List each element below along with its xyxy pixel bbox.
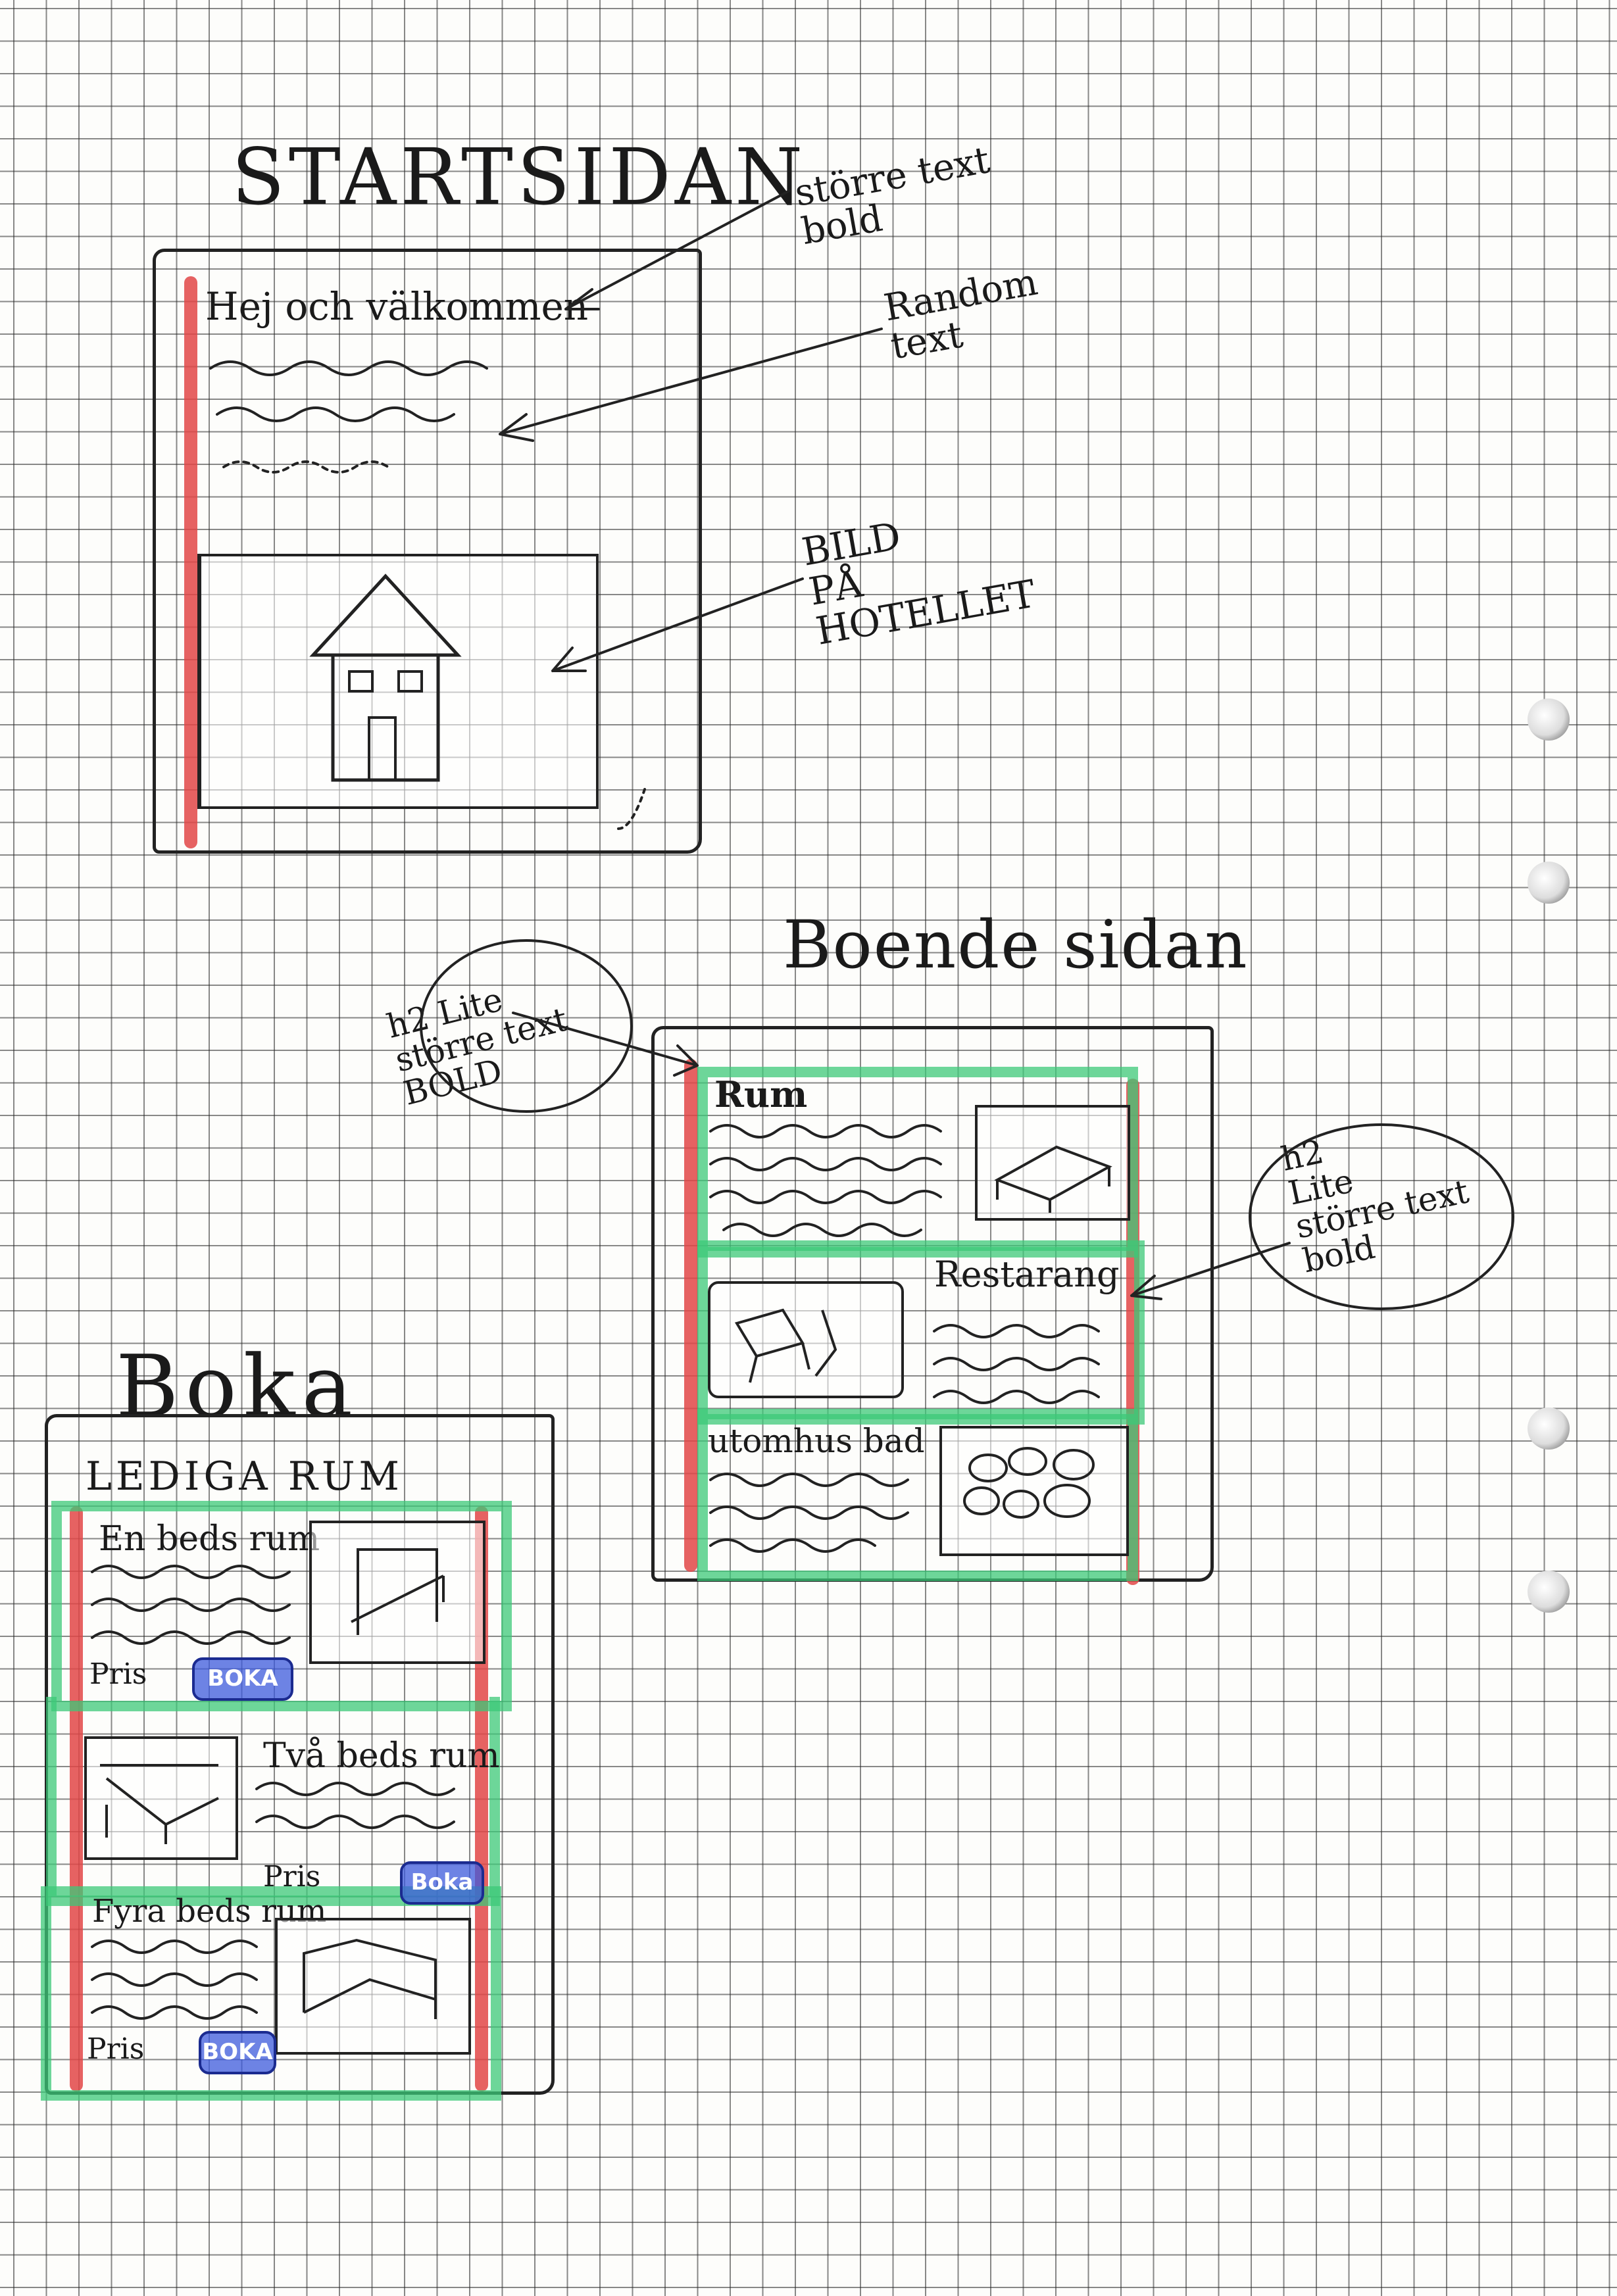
annotation-arrows <box>499 189 1291 1300</box>
annotation-circles <box>420 939 1514 1310</box>
placeholder-text-scribbles <box>91 360 1100 2020</box>
sketch-overlay <box>91 189 1514 2020</box>
